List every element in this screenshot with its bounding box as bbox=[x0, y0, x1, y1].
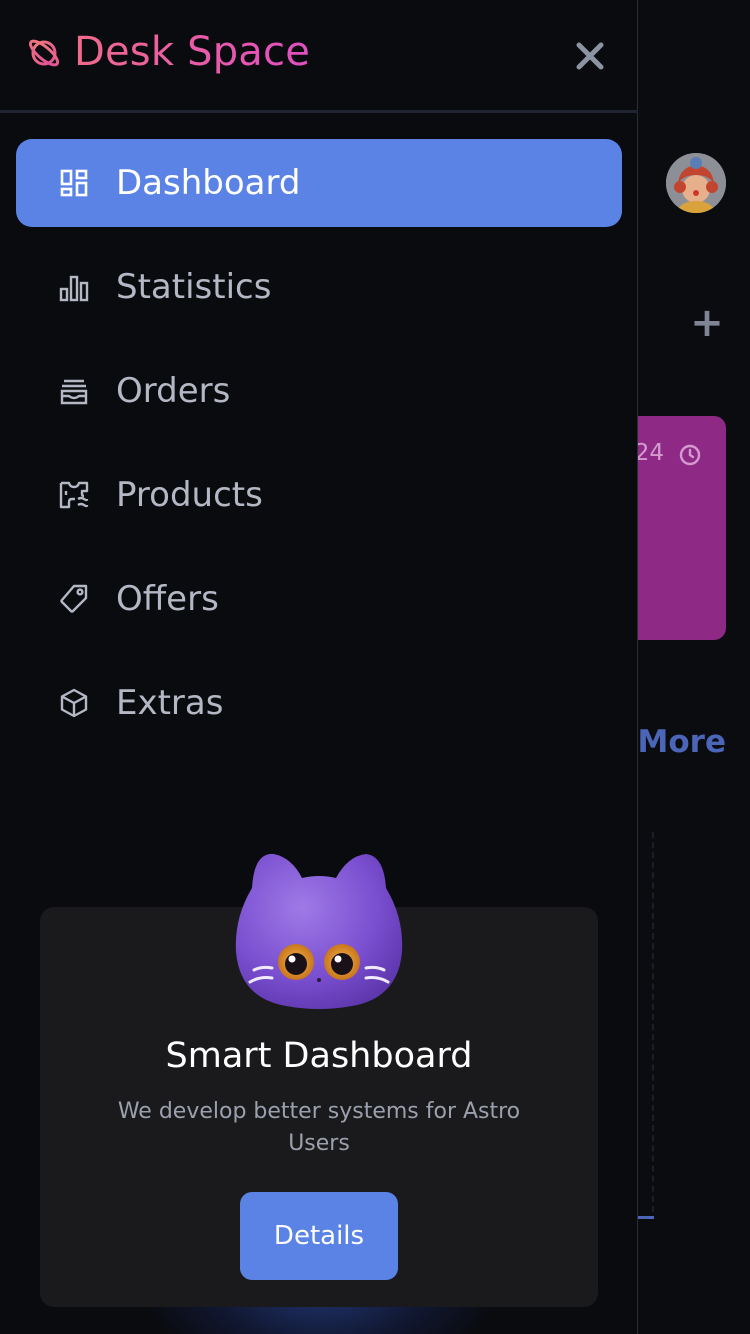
app-page: + 24 e More Desk Space bbox=[0, 0, 750, 1334]
sidebar-item-label: Offers bbox=[116, 579, 219, 619]
brand-name[interactable]: Desk Space bbox=[74, 26, 310, 78]
drawer-header: Desk Space bbox=[0, 0, 638, 113]
promo-description: We develop better systems for Astro User… bbox=[117, 1099, 521, 1156]
sidebar-item-dashboard[interactable]: Dashboard bbox=[16, 139, 622, 227]
promo-title: Smart Dashboard bbox=[165, 1036, 473, 1076]
sidebar-item-products[interactable]: Products bbox=[16, 451, 622, 539]
sidebar-item-offers[interactable]: Offers bbox=[16, 555, 622, 643]
sidebar-item-extras[interactable]: Extras bbox=[16, 659, 622, 747]
dashboard-grid-icon bbox=[60, 169, 88, 197]
chart-axis-line bbox=[636, 1216, 654, 1219]
planet-icon bbox=[28, 39, 60, 67]
nav-drawer: Desk Space Dashboard Statistics Orders P… bbox=[0, 0, 638, 1334]
cube-icon bbox=[60, 688, 88, 718]
sidebar-item-label: Statistics bbox=[116, 267, 272, 307]
chart-gridline bbox=[652, 832, 654, 1212]
sidebar-item-orders[interactable]: Orders bbox=[16, 347, 622, 435]
add-icon[interactable]: + bbox=[688, 303, 726, 343]
bar-chart-icon bbox=[59, 275, 89, 302]
archive-box-icon bbox=[60, 379, 88, 405]
sidebar-item-label: Products bbox=[116, 475, 263, 515]
sidebar-item-label: Extras bbox=[116, 683, 224, 723]
cat-mascot-icon bbox=[235, 853, 403, 1009]
puzzle-icon bbox=[59, 481, 89, 509]
sidebar-item-statistics[interactable]: Statistics bbox=[16, 243, 622, 331]
close-icon[interactable] bbox=[570, 36, 610, 76]
clock-icon bbox=[679, 444, 701, 466]
sidebar-nav: Dashboard Statistics Orders Products Off… bbox=[16, 139, 622, 763]
details-button[interactable]: Details bbox=[240, 1192, 398, 1280]
sidebar-item-label: Dashboard bbox=[116, 163, 301, 203]
tag-icon bbox=[60, 584, 88, 613]
sidebar-item-label: Orders bbox=[116, 371, 231, 411]
user-avatar[interactable] bbox=[666, 153, 726, 213]
